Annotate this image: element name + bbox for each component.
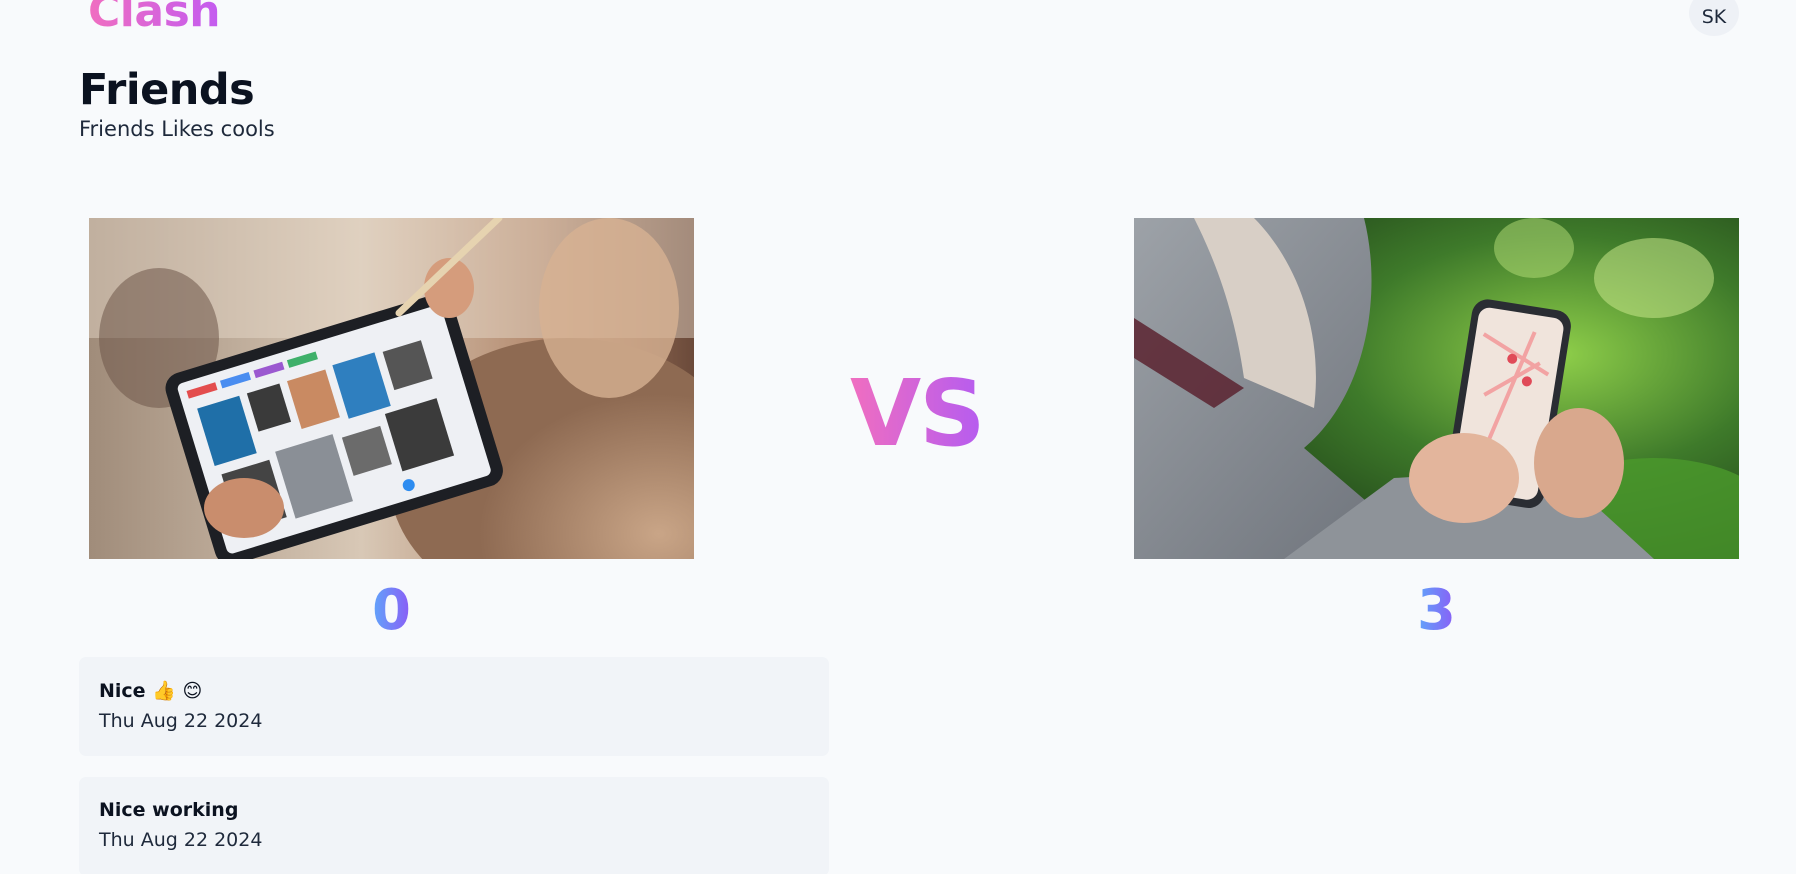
clash-item-image-right[interactable] bbox=[1134, 218, 1739, 559]
phone-photo-icon bbox=[1134, 218, 1739, 559]
vote-count-right: 3 bbox=[1134, 580, 1739, 642]
comment-date: Thu Aug 22 2024 bbox=[99, 829, 263, 851]
user-avatar[interactable]: SK bbox=[1689, 0, 1739, 36]
vote-count-value: 3 bbox=[1417, 578, 1456, 643]
vote-count-value: 0 bbox=[372, 578, 411, 643]
vs-label: VS bbox=[850, 360, 985, 467]
comment-date: Thu Aug 22 2024 bbox=[99, 710, 263, 732]
vote-count-left: 0 bbox=[89, 580, 694, 642]
comment-list: Nice 👍 😊 Thu Aug 22 2024 Nice working Th… bbox=[79, 657, 829, 874]
comment-text: Nice 👍 😊 bbox=[99, 680, 203, 702]
comment-card: Nice 👍 😊 Thu Aug 22 2024 bbox=[79, 657, 829, 756]
brand-logo[interactable]: Clash bbox=[88, 0, 221, 39]
page-title: Friends bbox=[79, 65, 255, 115]
clash-heading: Friends Friends Likes cools bbox=[79, 65, 275, 142]
clash-page: Clash SK Friends Friends Likes cools VS … bbox=[0, 0, 1796, 874]
comment-text: Nice working bbox=[99, 799, 239, 821]
comment-card: Nice working Thu Aug 22 2024 bbox=[79, 777, 829, 874]
page-description: Friends Likes cools bbox=[79, 117, 275, 142]
tablet-photo-icon bbox=[89, 218, 694, 559]
clash-item-image-left[interactable] bbox=[89, 218, 694, 559]
